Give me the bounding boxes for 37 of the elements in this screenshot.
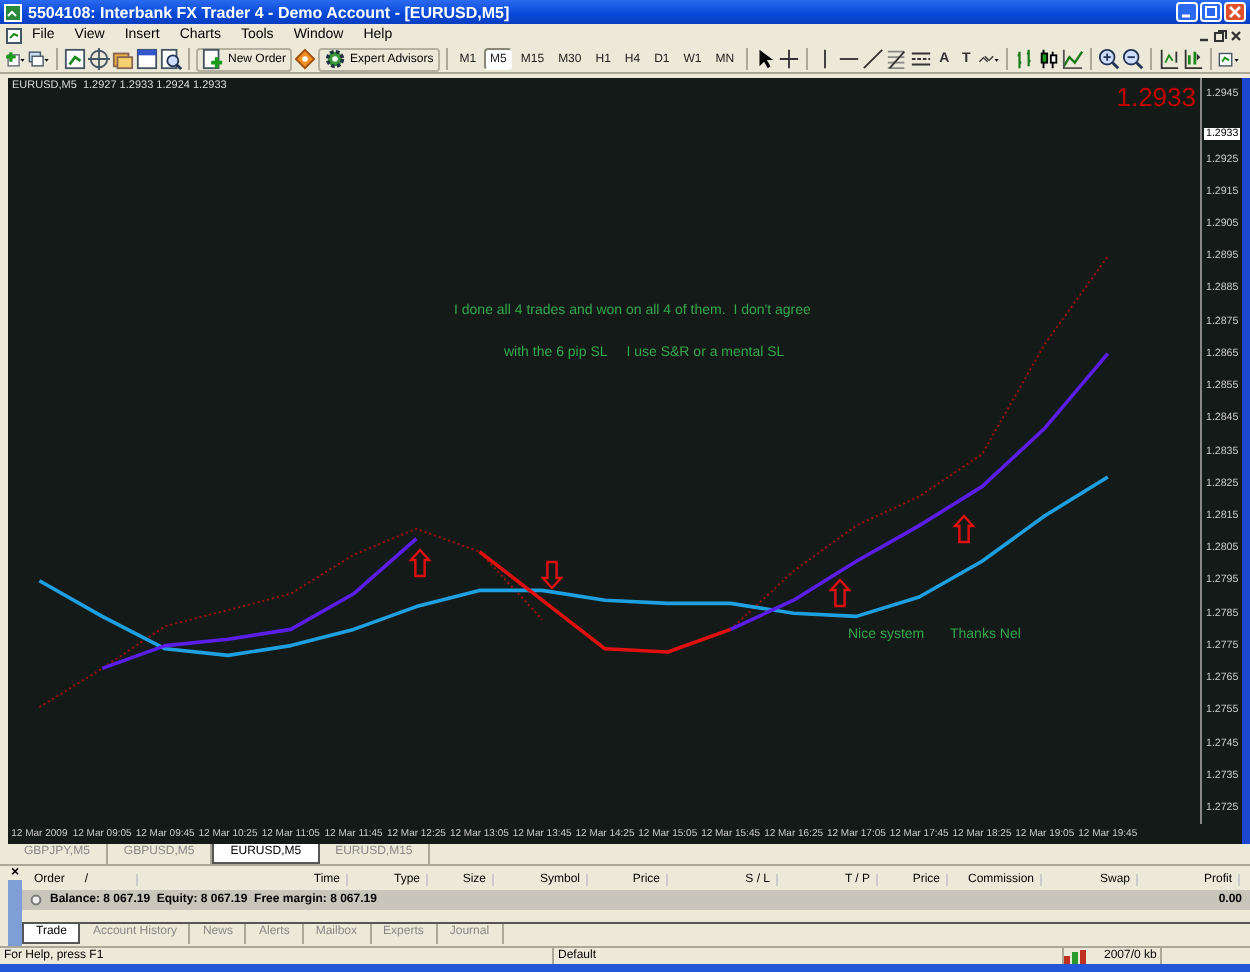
down-arrow-icon [540, 560, 564, 590]
window-title: 5504108: Interbank FX Trader 4 - Demo Account - [EURUSD,M5] [28, 3, 512, 21]
bar-chart-icon[interactable] [1014, 48, 1037, 70]
new-order-icon [202, 48, 224, 70]
zoom-out-icon[interactable] [1122, 48, 1145, 70]
cursor-icon[interactable] [754, 48, 777, 70]
folders-icon[interactable] [112, 48, 134, 70]
panel-icon[interactable] [136, 48, 158, 70]
line-chart-icon[interactable] [1062, 48, 1085, 70]
candlestick-icon[interactable] [1038, 48, 1061, 70]
up-arrow-icon [828, 578, 852, 608]
gear-icon [324, 48, 347, 70]
document-icon [6, 27, 22, 43]
diamond-icon[interactable] [294, 48, 317, 70]
status-dot-icon [30, 894, 42, 906]
compass-icon[interactable] [88, 48, 110, 70]
crosshair-icon[interactable] [778, 48, 801, 70]
zoom-in-icon[interactable] [1098, 48, 1121, 70]
up-arrow-icon [952, 514, 976, 544]
new-chart-icon[interactable] [4, 48, 26, 70]
magnifier-doc-icon[interactable] [160, 48, 182, 70]
auto-scroll-icon[interactable] [1182, 48, 1205, 70]
fibonacci-icon[interactable] [886, 48, 909, 70]
chart-window-icon[interactable] [64, 48, 86, 70]
restore-icon[interactable] [1212, 27, 1228, 43]
current-price: 1.2933 [1116, 82, 1196, 112]
maximize-button[interactable] [1200, 2, 1222, 22]
close-icon[interactable] [1228, 27, 1244, 43]
minimize-button[interactable] [1176, 2, 1198, 22]
chart-shift-icon[interactable] [1158, 48, 1181, 70]
trend-line-icon[interactable] [862, 48, 885, 70]
template-icon[interactable] [1218, 48, 1241, 70]
close-button[interactable] [1224, 2, 1246, 22]
up-arrow-icon [408, 548, 432, 578]
connection-icon [1064, 949, 1092, 963]
window-stack-icon[interactable] [28, 48, 50, 70]
app-icon [4, 3, 22, 21]
